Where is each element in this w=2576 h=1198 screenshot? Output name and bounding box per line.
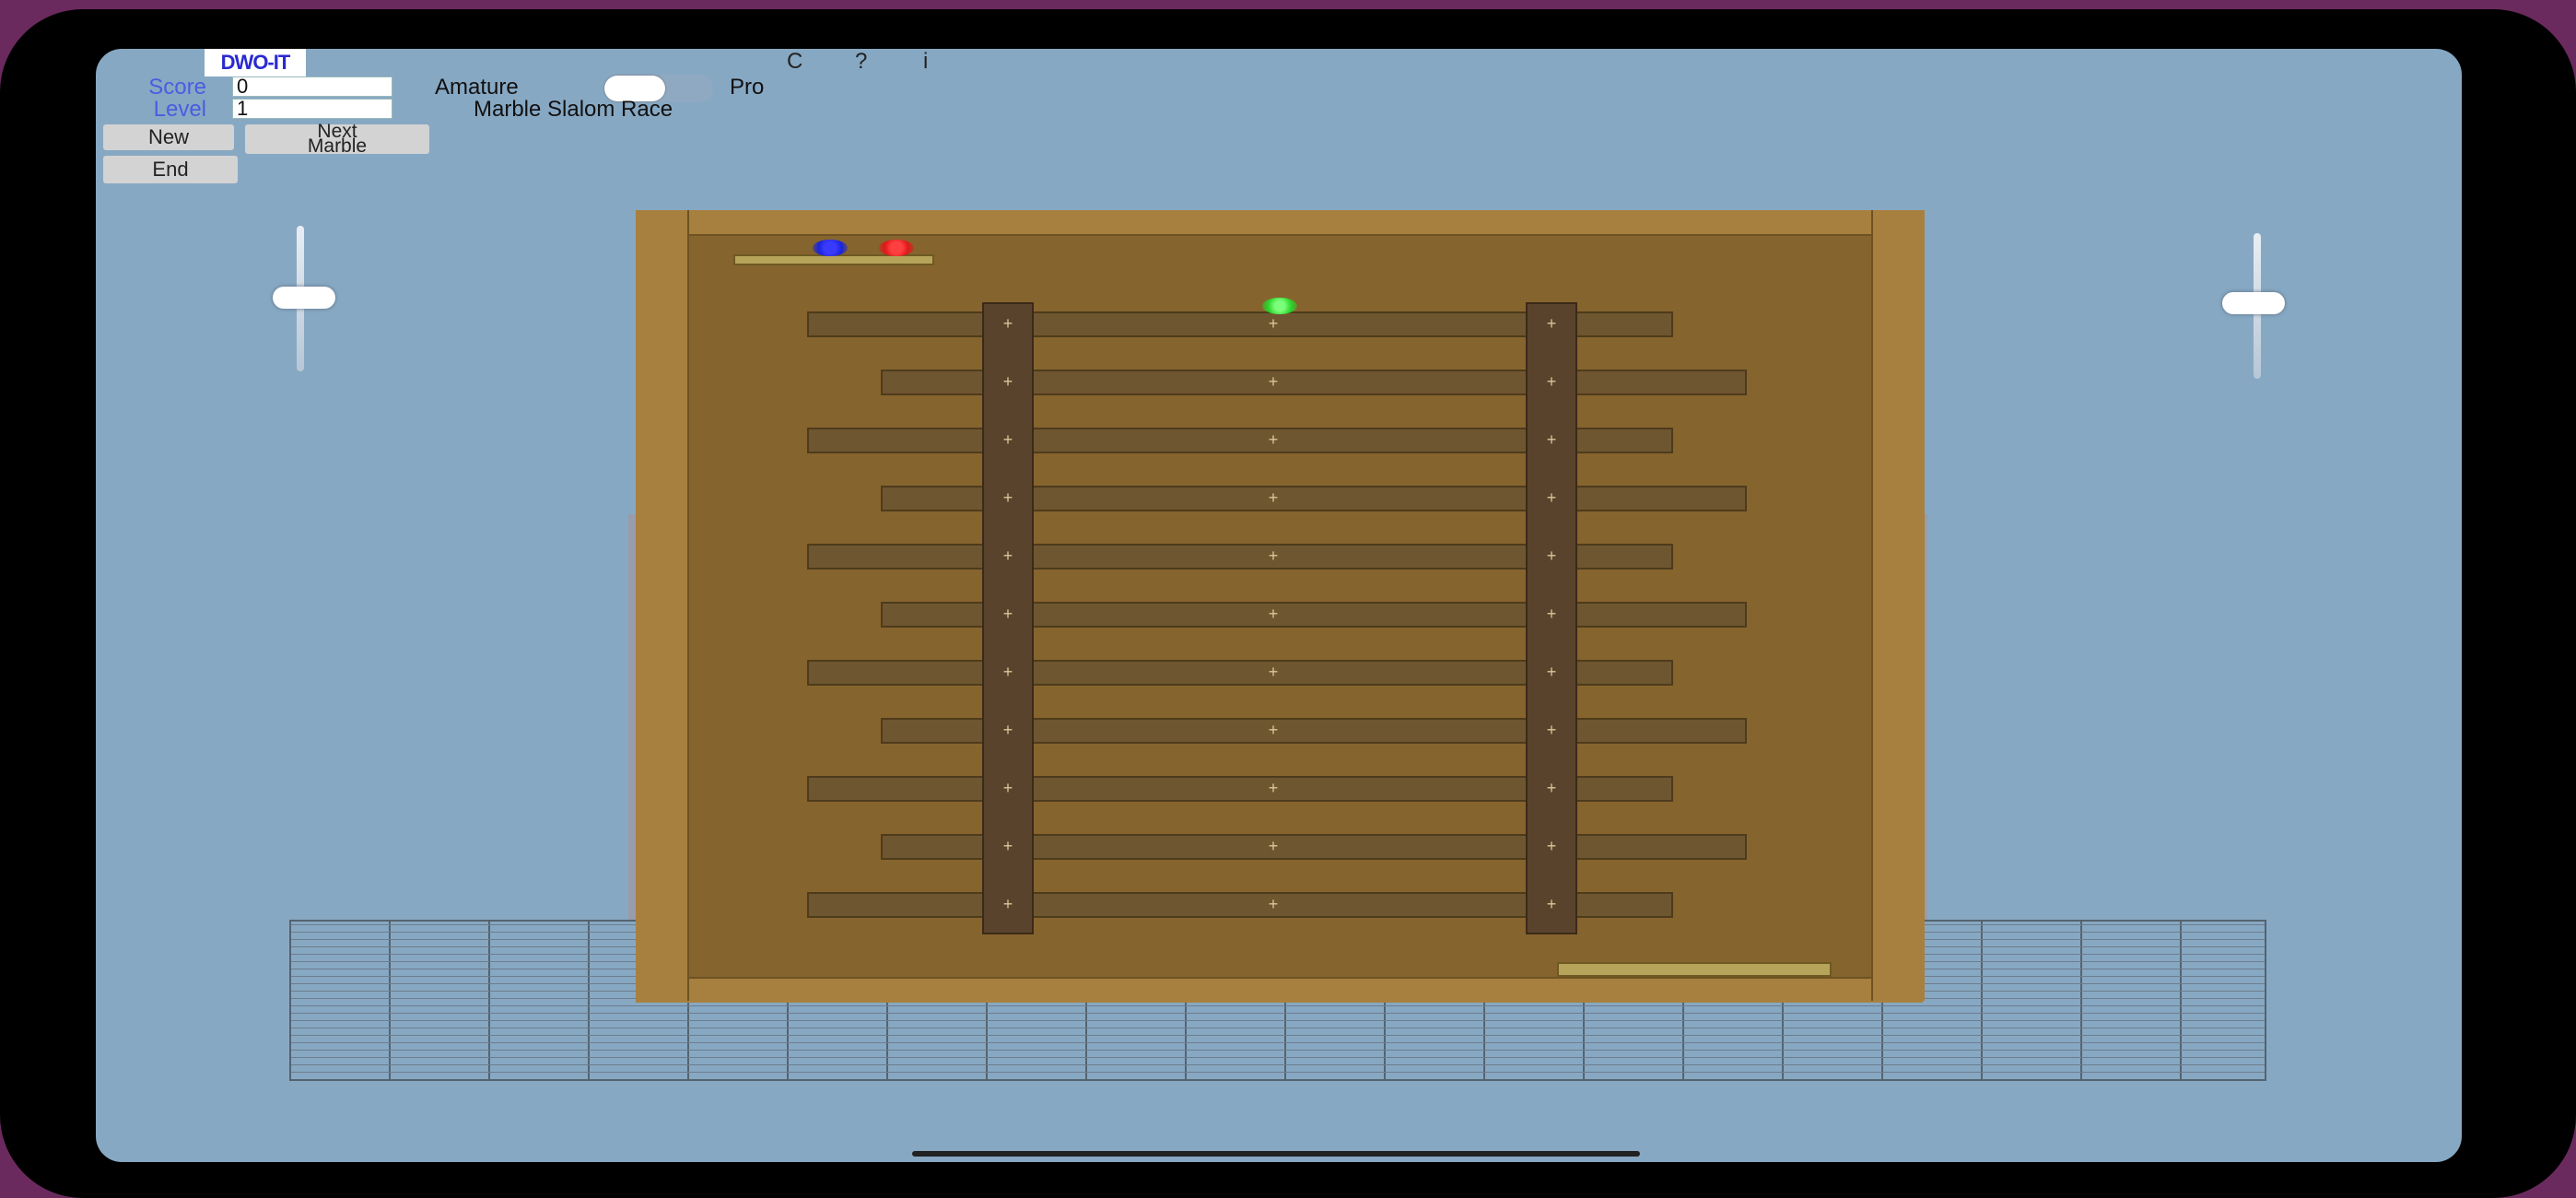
board-frame-left — [636, 210, 689, 1001]
pivot-marker: + — [1546, 779, 1557, 797]
pivot-marker: + — [1002, 779, 1013, 797]
right-tilt-slider-thumb[interactable] — [2222, 292, 2285, 314]
board-frame-bottom — [636, 977, 1923, 1003]
pivot-marker: + — [1002, 314, 1013, 333]
finish-ledge — [1557, 962, 1832, 977]
pivot-marker: + — [1002, 546, 1013, 565]
level-label: Level — [153, 97, 206, 122]
pivot-marker: + — [1002, 721, 1013, 739]
pivot-marker: + — [1002, 488, 1013, 507]
pivot-marker: + — [1002, 430, 1013, 449]
pivot-marker: + — [1546, 721, 1557, 739]
pivot-marker: + — [1002, 895, 1013, 913]
board-frame-right — [1871, 210, 1925, 1001]
left-tilt-slider-thumb[interactable] — [273, 287, 335, 309]
pivot-marker: + — [1268, 372, 1279, 391]
home-indicator — [912, 1151, 1640, 1157]
pivot-marker: + — [1546, 837, 1557, 855]
pivot-marker: + — [1268, 314, 1279, 333]
pivot-marker: + — [1546, 488, 1557, 507]
pivot-marker: + — [1268, 779, 1279, 797]
pivot-marker: + — [1268, 721, 1279, 739]
pivot-marker: + — [1268, 546, 1279, 565]
game-screen: DWO-IT C ? i Score 0 Level 1 New Next Ma… — [96, 49, 2462, 1162]
pivot-marker: + — [1268, 605, 1279, 623]
pivot-marker: + — [1546, 372, 1557, 391]
pivot-marker: + — [1268, 663, 1279, 681]
device-frame: DWO-IT C ? i Score 0 Level 1 New Next Ma… — [0, 9, 2576, 1198]
pivot-marker: + — [1546, 546, 1557, 565]
pivot-marker: + — [1002, 663, 1013, 681]
pivot-marker: + — [1268, 895, 1279, 913]
green-marble — [1262, 298, 1297, 314]
pivot-marker: + — [1268, 488, 1279, 507]
pivot-marker: + — [1546, 663, 1557, 681]
pivot-marker: + — [1546, 605, 1557, 623]
pivot-marker: + — [1002, 837, 1013, 855]
pivot-marker: + — [1268, 837, 1279, 855]
next-marble-line2: Marble — [307, 135, 368, 157]
help-icon[interactable]: ? — [855, 49, 867, 75]
level-field: 1 — [232, 99, 392, 119]
score-field: 0 — [232, 76, 392, 97]
app-logo: DWO-IT — [205, 49, 306, 76]
new-button[interactable]: New — [103, 124, 234, 150]
copyright-icon[interactable]: C — [787, 49, 802, 75]
game-title: Marble Slalom Race — [474, 97, 673, 122]
blue-marble — [813, 240, 848, 256]
pivot-marker: + — [1002, 605, 1013, 623]
next-marble-button[interactable]: Next Marble — [245, 122, 429, 157]
board-frame-top — [636, 210, 1923, 236]
end-button[interactable]: End — [103, 156, 238, 183]
mode-label-pro: Pro — [730, 75, 765, 100]
red-marble — [879, 240, 914, 256]
pivot-marker: + — [1546, 314, 1557, 333]
pivot-marker: + — [1002, 372, 1013, 391]
pivot-marker: + — [1268, 430, 1279, 449]
pivot-marker: + — [1546, 895, 1557, 913]
pivot-marker: + — [1546, 430, 1557, 449]
info-icon[interactable]: i — [923, 49, 928, 75]
marble-board: + + + + + + + + + + + + + + + + + + + + + + + + + + + + + + + + + — [636, 210, 1925, 1003]
